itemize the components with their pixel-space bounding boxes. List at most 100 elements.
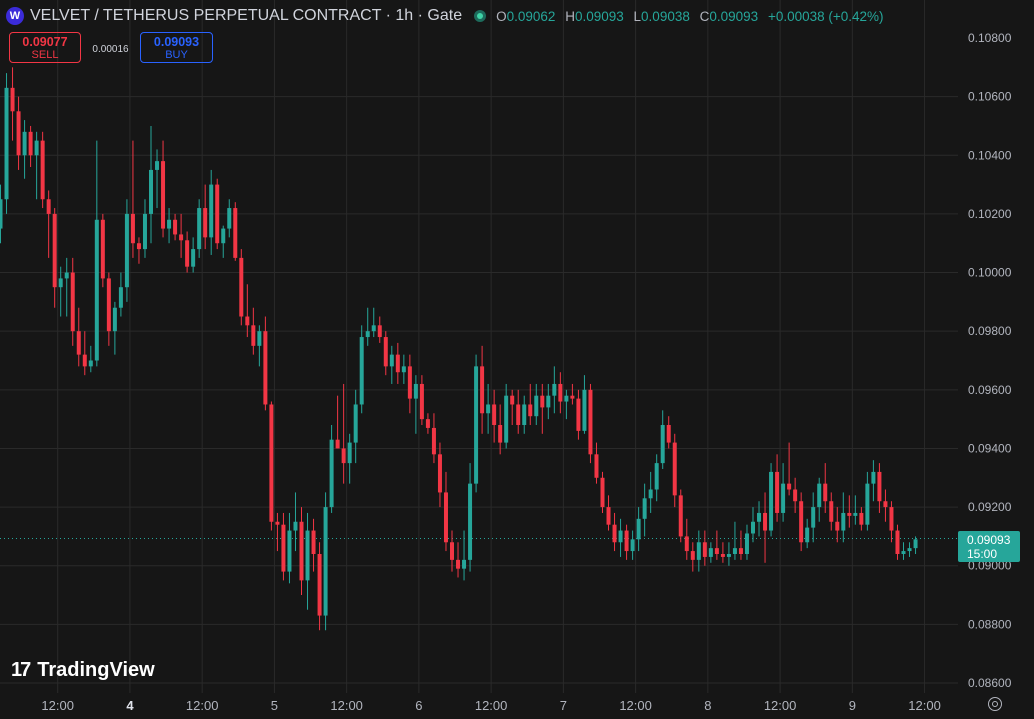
- candle-body: [618, 530, 623, 543]
- candle: [510, 389, 515, 425]
- candle-body: [907, 548, 912, 552]
- candle-body: [173, 219, 178, 235]
- candle-body: [594, 454, 599, 478]
- candle: [263, 316, 268, 411]
- candle: [859, 507, 864, 531]
- candlestick-chart[interactable]: 0.10600 0.10400 0.10200 0.10000 0.09800 0.096…: [0, 0, 1034, 719]
- candle: [630, 530, 635, 560]
- candle: [34, 131, 39, 200]
- candle: [155, 149, 160, 209]
- candle: [576, 389, 581, 440]
- candle: [323, 492, 328, 631]
- candle: [311, 518, 316, 572]
- candle: [106, 272, 111, 346]
- candle-body: [118, 287, 123, 308]
- candle: [552, 366, 557, 414]
- candle-body: [401, 366, 406, 373]
- tradingview-logo[interactable]: 17 TradingView: [11, 659, 155, 682]
- candle: [58, 266, 63, 317]
- candle-body: [377, 325, 382, 338]
- candle-body: [913, 539, 918, 549]
- candle-body: [588, 389, 593, 455]
- tradingview-logo-icon: 17: [11, 659, 31, 681]
- settings-icon[interactable]: [988, 697, 1002, 711]
- candle-body: [769, 471, 774, 531]
- sell-button[interactable]: 0.09077 SELL: [9, 32, 81, 63]
- candle: [600, 471, 605, 513]
- candle-body: [732, 548, 737, 554]
- price-tick-label: 0.10000: [968, 266, 1012, 280]
- candle: [197, 199, 202, 258]
- candle: [474, 354, 479, 493]
- candle-body: [468, 483, 473, 560]
- sell-price: 0.09077: [22, 35, 68, 49]
- buy-button[interactable]: 0.09093 BUY: [140, 32, 213, 63]
- candle: [582, 375, 587, 434]
- candle-body: [450, 542, 454, 560]
- time-tick-label: 9: [849, 698, 856, 713]
- candle: [841, 492, 846, 543]
- candle: [732, 521, 737, 560]
- candle: [757, 501, 762, 537]
- candle-body: [534, 395, 539, 417]
- candle-body: [799, 501, 804, 543]
- candle-body: [744, 533, 749, 554]
- candle-body: [52, 213, 57, 288]
- candle: [245, 284, 250, 338]
- candle: [744, 524, 749, 560]
- candle: [179, 213, 184, 258]
- candle: [281, 512, 286, 581]
- candle-body: [233, 208, 238, 258]
- candle: [443, 471, 448, 552]
- candle: [702, 530, 707, 566]
- candle-body: [474, 366, 479, 484]
- candle-body: [841, 512, 846, 531]
- candle: [624, 524, 629, 560]
- candle-body: [167, 219, 172, 229]
- candle: [82, 331, 87, 376]
- candle-body: [540, 395, 545, 408]
- candle-body: [696, 542, 701, 560]
- candle: [28, 125, 33, 167]
- candle-body: [606, 507, 611, 525]
- candle-body: [708, 548, 713, 557]
- candle: [618, 518, 623, 557]
- candle: [419, 375, 424, 425]
- candle-body: [82, 354, 87, 367]
- candle: [498, 404, 503, 455]
- candle-body: [763, 512, 768, 531]
- time-tick-label: 8: [704, 698, 711, 713]
- price-tick-label: 0.08800: [968, 617, 1012, 631]
- candle-body: [383, 337, 388, 367]
- candle: [751, 507, 755, 543]
- candle-body: [462, 559, 467, 569]
- candle-body: [317, 554, 322, 616]
- candle-body: [546, 395, 551, 408]
- candle: [540, 383, 545, 434]
- candle: [769, 463, 774, 537]
- candle: [889, 501, 894, 543]
- candle-body: [853, 512, 858, 516]
- price-tick-label: 0.09600: [968, 383, 1012, 397]
- candle-body: [395, 354, 400, 373]
- candle: [763, 492, 768, 563]
- time-tick-label: 12:00: [186, 698, 219, 713]
- candle: [383, 331, 388, 376]
- symbol-title[interactable]: VELVET / TETHERUS PERPETUAL CONTRACT · 1…: [30, 7, 462, 25]
- candle-body: [221, 228, 226, 244]
- candle: [877, 463, 882, 513]
- candle: [787, 442, 792, 496]
- price-tick-label: 0.08600: [968, 676, 1012, 690]
- candle-body: [112, 307, 117, 332]
- price-axis[interactable]: 0.10600 0.10400 0.10200 0.10000 0.09800 0.096…: [968, 31, 1012, 690]
- velvet-logo-icon[interactable]: W: [6, 7, 24, 25]
- candle: [781, 463, 786, 522]
- time-axis[interactable]: 12:00 4 12:00 5 12:00 6 12:00 7 12:00 8 12:00 9 12:0…: [41, 698, 940, 713]
- candle: [305, 512, 310, 610]
- candle-body: [456, 559, 461, 569]
- candle-body: [437, 454, 442, 493]
- candle: [209, 169, 214, 255]
- candle: [173, 213, 178, 241]
- candle-body: [877, 471, 882, 502]
- candle-body: [612, 524, 617, 543]
